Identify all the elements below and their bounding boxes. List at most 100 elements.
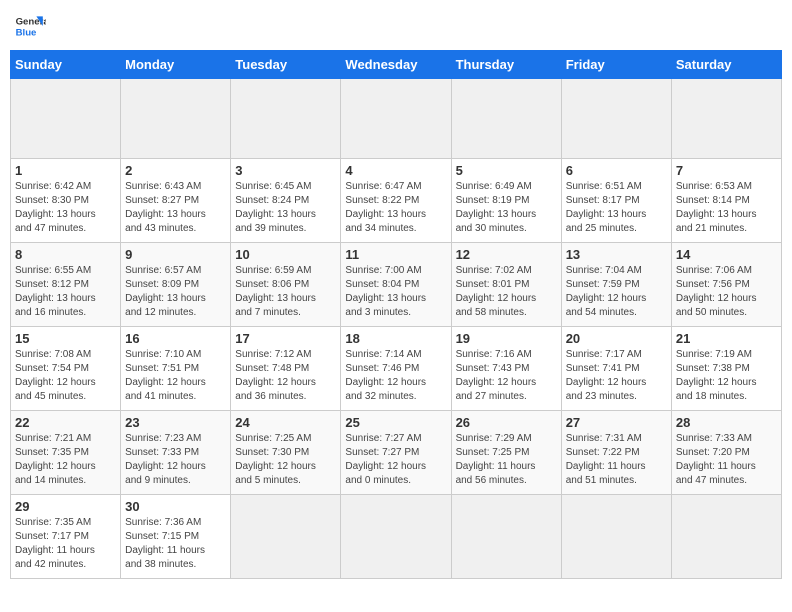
calendar-cell: 22 Sunrise: 7:21 AM Sunset: 7:35 PM Dayli… — [11, 411, 121, 495]
day-number: 5 — [456, 163, 557, 178]
calendar-cell: 25 Sunrise: 7:27 AM Sunset: 7:27 PM Dayli… — [341, 411, 451, 495]
calendar-cell — [561, 79, 671, 159]
day-number: 9 — [125, 247, 226, 262]
calendar-cell: 19 Sunrise: 7:16 AM Sunset: 7:43 PM Dayli… — [451, 327, 561, 411]
cell-content: Sunrise: 6:57 AM Sunset: 8:09 PM Dayligh… — [125, 264, 226, 320]
day-number: 29 — [15, 499, 116, 514]
col-header-wednesday: Wednesday — [341, 51, 451, 79]
calendar-cell — [231, 495, 341, 579]
calendar-cell — [671, 79, 781, 159]
calendar-cell — [11, 79, 121, 159]
calendar-cell: 7Sunrise: 6:53 AM Sunset: 8:14 PM Daylig… — [671, 159, 781, 243]
day-number: 3 — [235, 163, 336, 178]
calendar-week-3: 15 Sunrise: 7:08 AM Sunset: 7:54 PM Dayli… — [11, 327, 782, 411]
cell-content: Sunrise: 6:59 AM Sunset: 8:06 PM Dayligh… — [235, 264, 336, 320]
calendar-cell: 9 Sunrise: 6:57 AM Sunset: 8:09 PM Daylig… — [121, 243, 231, 327]
cell-content: Sunrise: 7:36 AM Sunset: 7:15 PM Dayligh… — [125, 516, 226, 572]
calendar-cell — [231, 79, 341, 159]
calendar-week-5: 29 Sunrise: 7:35 AM Sunset: 7:17 PM Dayli… — [11, 495, 782, 579]
day-number: 4 — [345, 163, 446, 178]
calendar-week-2: 8 Sunrise: 6:55 AM Sunset: 8:12 PM Daylig… — [11, 243, 782, 327]
calendar-cell — [121, 79, 231, 159]
calendar-cell: 30 Sunrise: 7:36 AM Sunset: 7:15 PM Dayli… — [121, 495, 231, 579]
calendar-cell — [451, 79, 561, 159]
cell-content: Sunrise: 7:06 AM Sunset: 7:56 PM Dayligh… — [676, 264, 777, 320]
cell-content: Sunrise: 7:35 AM Sunset: 7:17 PM Dayligh… — [15, 516, 116, 572]
cell-content: Sunrise: 7:16 AM Sunset: 7:43 PM Dayligh… — [456, 348, 557, 404]
cell-content: Sunrise: 7:04 AM Sunset: 7:59 PM Dayligh… — [566, 264, 667, 320]
day-number: 8 — [15, 247, 116, 262]
calendar-cell — [671, 495, 781, 579]
day-number: 17 — [235, 331, 336, 346]
calendar-cell: 21Sunrise: 7:19 AM Sunset: 7:38 PM Dayli… — [671, 327, 781, 411]
calendar-table: SundayMondayTuesdayWednesdayThursdayFrid… — [10, 50, 782, 579]
calendar-cell: 17 Sunrise: 7:12 AM Sunset: 7:48 PM Dayli… — [231, 327, 341, 411]
col-header-thursday: Thursday — [451, 51, 561, 79]
day-number: 6 — [566, 163, 667, 178]
calendar-cell: 15 Sunrise: 7:08 AM Sunset: 7:54 PM Dayli… — [11, 327, 121, 411]
cell-content: Sunrise: 7:27 AM Sunset: 7:27 PM Dayligh… — [345, 432, 446, 488]
calendar-cell: 18Sunrise: 7:14 AM Sunset: 7:46 PM Dayli… — [341, 327, 451, 411]
day-number: 30 — [125, 499, 226, 514]
cell-content: Sunrise: 7:17 AM Sunset: 7:41 PM Dayligh… — [566, 348, 667, 404]
calendar-cell: 12 Sunrise: 7:02 AM Sunset: 8:01 PM Dayli… — [451, 243, 561, 327]
svg-text:Blue: Blue — [16, 28, 37, 39]
logo-icon: General Blue — [14, 10, 46, 42]
calendar-week-1: 1 Sunrise: 6:42 AM Sunset: 8:30 PM Daylig… — [11, 159, 782, 243]
day-number: 16 — [125, 331, 226, 346]
cell-content: Sunrise: 7:00 AM Sunset: 8:04 PM Dayligh… — [345, 264, 446, 320]
day-number: 22 — [15, 415, 116, 430]
calendar-cell: 2 Sunrise: 6:43 AM Sunset: 8:27 PM Daylig… — [121, 159, 231, 243]
cell-content: Sunrise: 6:55 AM Sunset: 8:12 PM Dayligh… — [15, 264, 116, 320]
cell-content: Sunrise: 7:31 AM Sunset: 7:22 PM Dayligh… — [566, 432, 667, 488]
calendar-cell — [341, 495, 451, 579]
day-number: 2 — [125, 163, 226, 178]
calendar-cell — [451, 495, 561, 579]
day-number: 12 — [456, 247, 557, 262]
calendar-cell: 27 Sunrise: 7:31 AM Sunset: 7:22 PM Dayli… — [561, 411, 671, 495]
day-number: 1 — [15, 163, 116, 178]
cell-content: Sunrise: 7:23 AM Sunset: 7:33 PM Dayligh… — [125, 432, 226, 488]
calendar-cell: 4Sunrise: 6:47 AM Sunset: 8:22 PM Daylig… — [341, 159, 451, 243]
day-number: 19 — [456, 331, 557, 346]
col-header-friday: Friday — [561, 51, 671, 79]
page-header: General Blue — [10, 10, 782, 42]
calendar-cell — [341, 79, 451, 159]
col-header-monday: Monday — [121, 51, 231, 79]
cell-content: Sunrise: 6:43 AM Sunset: 8:27 PM Dayligh… — [125, 180, 226, 236]
cell-content: Sunrise: 7:21 AM Sunset: 7:35 PM Dayligh… — [15, 432, 116, 488]
col-header-tuesday: Tuesday — [231, 51, 341, 79]
calendar-cell: 26Sunrise: 7:29 AM Sunset: 7:25 PM Dayli… — [451, 411, 561, 495]
day-number: 11 — [345, 247, 446, 262]
cell-content: Sunrise: 7:08 AM Sunset: 7:54 PM Dayligh… — [15, 348, 116, 404]
day-number: 23 — [125, 415, 226, 430]
day-number: 25 — [345, 415, 446, 430]
day-number: 13 — [566, 247, 667, 262]
calendar-cell: 5Sunrise: 6:49 AM Sunset: 8:19 PM Daylig… — [451, 159, 561, 243]
logo: General Blue — [14, 10, 46, 42]
cell-content: Sunrise: 7:02 AM Sunset: 8:01 PM Dayligh… — [456, 264, 557, 320]
calendar-cell: 24Sunrise: 7:25 AM Sunset: 7:30 PM Dayli… — [231, 411, 341, 495]
day-number: 15 — [15, 331, 116, 346]
calendar-cell: 20 Sunrise: 7:17 AM Sunset: 7:41 PM Dayli… — [561, 327, 671, 411]
calendar-cell: 1 Sunrise: 6:42 AM Sunset: 8:30 PM Daylig… — [11, 159, 121, 243]
cell-content: Sunrise: 7:12 AM Sunset: 7:48 PM Dayligh… — [235, 348, 336, 404]
calendar-week-0 — [11, 79, 782, 159]
day-number: 18 — [345, 331, 446, 346]
day-number: 24 — [235, 415, 336, 430]
cell-content: Sunrise: 6:42 AM Sunset: 8:30 PM Dayligh… — [15, 180, 116, 236]
calendar-cell: 28Sunrise: 7:33 AM Sunset: 7:20 PM Dayli… — [671, 411, 781, 495]
cell-content: Sunrise: 6:51 AM Sunset: 8:17 PM Dayligh… — [566, 180, 667, 236]
day-number: 14 — [676, 247, 777, 262]
day-number: 28 — [676, 415, 777, 430]
day-number: 27 — [566, 415, 667, 430]
cell-content: Sunrise: 7:10 AM Sunset: 7:51 PM Dayligh… — [125, 348, 226, 404]
day-number: 21 — [676, 331, 777, 346]
cell-content: Sunrise: 7:29 AM Sunset: 7:25 PM Dayligh… — [456, 432, 557, 488]
calendar-cell: 29 Sunrise: 7:35 AM Sunset: 7:17 PM Dayli… — [11, 495, 121, 579]
header-row: SundayMondayTuesdayWednesdayThursdayFrid… — [11, 51, 782, 79]
calendar-week-4: 22 Sunrise: 7:21 AM Sunset: 7:35 PM Dayli… — [11, 411, 782, 495]
calendar-cell: 16 Sunrise: 7:10 AM Sunset: 7:51 PM Dayli… — [121, 327, 231, 411]
calendar-cell: 3Sunrise: 6:45 AM Sunset: 8:24 PM Daylig… — [231, 159, 341, 243]
day-number: 20 — [566, 331, 667, 346]
